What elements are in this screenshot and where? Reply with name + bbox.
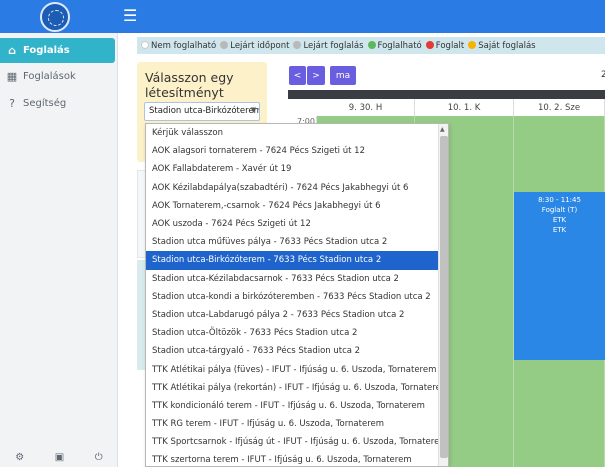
display-icon[interactable]: ▣: [55, 452, 64, 463]
legend: Nem foglalható Lejárt időpont Lejárt fog…: [137, 37, 605, 54]
facility-dropdown-list[interactable]: Kérjük válasszon AOK alagsori tornaterem …: [145, 123, 449, 467]
sidebar-item-label: Foglalások: [23, 71, 76, 82]
settings-icon[interactable]: ⚙: [15, 452, 24, 463]
hamburger-menu-icon[interactable]: ☰: [123, 6, 137, 25]
dropdown-option[interactable]: Stadion utca-tárgyaló - 7633 Pécs Stadio…: [146, 342, 448, 360]
legend-dot: [367, 40, 376, 49]
event-line: ETK: [552, 226, 567, 234]
calendar-header-bar: [288, 90, 605, 99]
dropdown-option[interactable]: Stadion utca-Labdarugó pálya 2 - 7633 Pé…: [146, 306, 448, 324]
legend-item: Lejárt foglalás: [293, 40, 364, 51]
legend-dot: [425, 40, 434, 49]
university-logo[interactable]: [40, 2, 70, 32]
event-status: Foglalt (T): [541, 206, 578, 214]
chevron-down-icon: ▼: [250, 106, 256, 114]
calendar-icon: ▦: [6, 70, 18, 83]
scroll-up-icon[interactable]: ▲: [440, 126, 445, 133]
facility-select[interactable]: Stadion utca-Birkózóterem - 7633 Pécs St…: [144, 102, 260, 121]
dropdown-option[interactable]: AOK Fallabdaterem - Xavér út 19: [146, 160, 448, 178]
day-header: 10. 2. Sze: [514, 99, 605, 116]
select-value: Stadion utca-Birkózóterem - 7633 Pécs St…: [149, 106, 260, 116]
dropdown-option[interactable]: AOK alagsori tornaterem - 7624 Pécs Szig…: [146, 142, 448, 160]
dropdown-option[interactable]: TTK Atlétikai pálya (rekortán) - IFUT - …: [146, 379, 448, 397]
legend-dot: [468, 40, 477, 49]
scrollbar[interactable]: ▲: [438, 124, 448, 466]
dropdown-option[interactable]: Stadion utca műfüves pálya - 7633 Pécs S…: [146, 233, 448, 251]
today-button[interactable]: ma: [330, 66, 356, 85]
legend-item: Saját foglalás: [468, 40, 536, 51]
help-icon: ?: [9, 97, 15, 110]
sidebar-item-segitseg[interactable]: ? Segítség: [0, 91, 115, 116]
sidebar-item-label: Foglalás: [23, 45, 70, 56]
day-header: 9. 30. H: [317, 99, 415, 116]
event-time: 8:30 - 11:45: [538, 196, 581, 204]
day-header: 10. 1. K: [415, 99, 514, 116]
dropdown-option[interactable]: TTK RG terem - IFUT - Ifjúság u. 6. Uszo…: [146, 415, 448, 433]
sidebar-item-label: Segítség: [23, 98, 67, 109]
sidebar: ⌂ Foglalás ▦ Foglalások ? Segítség ⚙ ▣ ⏻: [0, 33, 118, 467]
calendar-title: 2: [601, 70, 605, 80]
option-list: Kérjük válasszon AOK alagsori tornaterem …: [146, 124, 448, 466]
legend-dot: [220, 40, 229, 49]
dropdown-option[interactable]: Stadion utca-Kézilabdacsarnok - 7633 Péc…: [146, 270, 448, 288]
top-bar: ☰: [0, 0, 605, 33]
prev-button[interactable]: <: [289, 66, 306, 85]
dropdown-option[interactable]: Stadion utca-Öltözök - 7633 Pécs Stadion…: [146, 324, 448, 342]
next-button[interactable]: >: [307, 66, 325, 85]
dropdown-option[interactable]: TTK Atlétikai pálya (füves) - IFUT - Ifj…: [146, 360, 448, 378]
event-line: ETK: [552, 216, 567, 224]
dropdown-option[interactable]: AOK uszoda - 7624 Pécs Szigeti út 12: [146, 215, 448, 233]
dropdown-option[interactable]: AOK Kézilabdapálya(szabadtéri) - 7624 Pé…: [146, 179, 448, 197]
legend-item: Foglalható: [367, 40, 422, 51]
power-icon[interactable]: ⏻: [95, 452, 103, 463]
legend-item: Foglalt: [425, 40, 464, 51]
legend-dot: [293, 40, 302, 49]
dropdown-option[interactable]: TTK kondicionáló terem - IFUT - Ifjúság …: [146, 397, 448, 415]
panel-title: Válasszon egy létesítményt: [145, 70, 234, 100]
sidebar-item-foglalas[interactable]: ⌂ Foglalás: [0, 38, 115, 63]
dropdown-option[interactable]: AOK Tornaterem,-csarnok - 7624 Pécs Jaka…: [146, 197, 448, 215]
dropdown-option[interactable]: TTK Sportcsarnok - Ifjúság út - IFUT - I…: [146, 433, 448, 451]
legend-dot: [141, 40, 149, 49]
legend-item: Nem foglalható: [141, 40, 216, 51]
dropdown-option[interactable]: Kérjük válasszon: [146, 124, 448, 142]
legend-item: Lejárt időpont: [220, 40, 289, 51]
home-icon: ⌂: [8, 44, 16, 57]
sidebar-item-foglalasok[interactable]: ▦ Foglalások: [0, 64, 115, 89]
booking-event[interactable]: 8:30 - 11:45 Foglalt (T) ETK ETK: [514, 192, 605, 360]
dropdown-option[interactable]: Stadion utca-Birkózóterem - 7633 Pécs St…: [146, 251, 448, 270]
sidebar-footer: ⚙ ▣ ⏻: [0, 447, 118, 467]
scrollbar-thumb[interactable]: [440, 136, 448, 458]
dropdown-option[interactable]: Stadion utca-kondi a birkózóteremben - 7…: [146, 288, 448, 306]
dropdown-option[interactable]: TTK szertorna terem - IFUT - Ifjúság u. …: [146, 451, 448, 466]
